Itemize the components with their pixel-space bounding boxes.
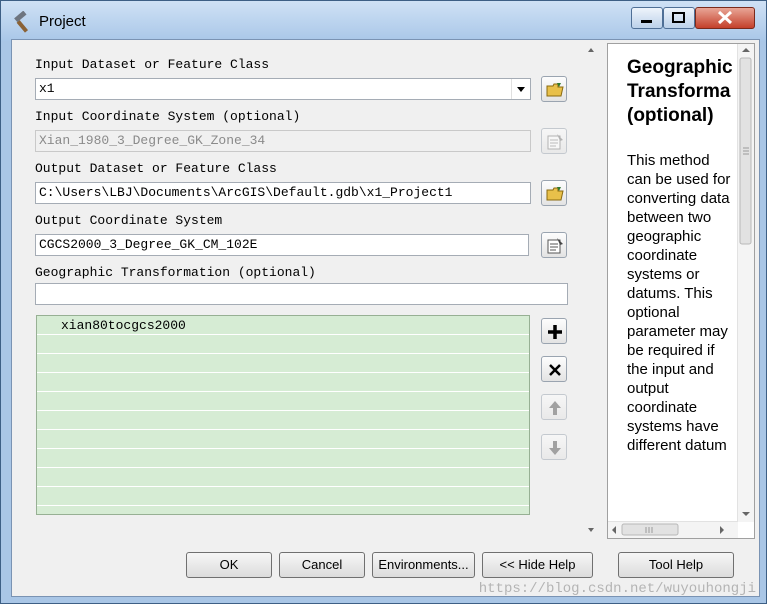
output-cs-label: Output Coordinate System [35, 213, 223, 228]
close-icon [717, 10, 733, 25]
add-transformation-button[interactable] [541, 318, 567, 344]
properties-icon [547, 134, 563, 150]
project-window: Project Input Dataset or Feature Class x… [0, 0, 767, 604]
list-item[interactable] [37, 335, 529, 354]
output-dataset-value: C:\Users\LBJ\Documents\ArcGIS\Default.gd… [39, 185, 453, 200]
output-cs-properties-button[interactable] [541, 232, 567, 258]
scroll-right-arrow-icon [720, 526, 724, 534]
list-item[interactable]: xian80tocgcs2000 [37, 316, 529, 335]
close-button[interactable] [695, 7, 755, 29]
output-dataset-label: Output Dataset or Feature Class [35, 161, 277, 176]
form-scrollbar[interactable] [586, 44, 596, 538]
properties-icon [547, 238, 563, 254]
minimize-icon [641, 20, 652, 23]
watermark: https://blog.csdn.net/wuyouhongji [478, 581, 756, 597]
list-item[interactable] [37, 411, 529, 430]
scroll-down-arrow-icon [742, 512, 750, 516]
scroll-thumb [621, 523, 679, 536]
list-item[interactable] [37, 487, 529, 506]
remove-transformation-button[interactable] [541, 356, 567, 382]
help-title: Geographic Transforma (optional) [627, 56, 742, 128]
help-vertical-scrollbar[interactable] [737, 44, 754, 522]
browse-input-button[interactable] [541, 76, 567, 102]
hammer-icon [14, 11, 29, 33]
input-dataset-label: Input Dataset or Feature Class [35, 57, 270, 72]
list-item[interactable] [37, 373, 529, 392]
output-dataset-field[interactable]: C:\Users\LBJ\Documents\ArcGIS\Default.gd… [35, 182, 531, 204]
maximize-icon [672, 12, 685, 23]
window-title: Project [39, 13, 86, 30]
input-cs-value: Xian_1980_3_Degree_GK_Zone_34 [39, 133, 266, 148]
arrow-up-icon [549, 401, 561, 415]
move-up-button[interactable] [541, 394, 567, 420]
list-item[interactable] [37, 354, 529, 373]
help-panel: Geographic Transforma (optional) This me… [607, 43, 755, 539]
cancel-button[interactable]: Cancel [279, 552, 365, 578]
help-title-line: (optional) [627, 105, 714, 126]
delete-icon [549, 364, 561, 376]
list-item[interactable] [37, 430, 529, 449]
input-dataset-dropdown[interactable]: x1 [35, 78, 531, 100]
list-item[interactable] [37, 392, 529, 411]
help-horizontal-scrollbar[interactable] [608, 521, 738, 538]
input-dataset-value: x1 [39, 81, 55, 96]
maximize-button[interactable] [663, 7, 695, 29]
transformation-list[interactable]: xian80tocgcs2000 [36, 315, 530, 515]
browse-output-button[interactable] [541, 180, 567, 206]
scroll-left-arrow-icon [612, 526, 616, 534]
tool-help-button[interactable]: Tool Help [618, 552, 734, 578]
help-hscroll-track [612, 523, 724, 536]
scroll-up-arrow-icon [742, 48, 750, 52]
ok-button[interactable]: OK [186, 552, 272, 578]
hide-help-button[interactable]: << Hide Help [482, 552, 593, 578]
environments-button[interactable]: Environments... [372, 552, 475, 578]
chevron-down-icon[interactable] [511, 79, 530, 99]
list-item[interactable] [37, 468, 529, 487]
arrow-down-icon [549, 441, 561, 455]
minimize-button[interactable] [631, 7, 663, 29]
geo-transform-label: Geographic Transformation (optional) [35, 265, 316, 280]
move-down-button[interactable] [541, 434, 567, 460]
help-title-line: Transforma [627, 81, 731, 102]
input-cs-properties-button [541, 128, 567, 154]
input-cs-field: Xian_1980_3_Degree_GK_Zone_34 [35, 130, 531, 152]
output-cs-value: CGCS2000_3_Degree_GK_CM_102E [39, 237, 258, 252]
help-title-line: Geographic [627, 57, 733, 78]
folder-icon [546, 187, 564, 201]
help-body: This method can be used for converting d… [627, 152, 731, 454]
help-scroll-track [739, 48, 752, 516]
input-cs-label: Input Coordinate System (optional) [35, 109, 301, 124]
scroll-down-arrow-icon [588, 528, 594, 532]
dialog-client: Input Dataset or Feature Class x1 Input … [11, 39, 760, 597]
scroll-up-arrow-icon [588, 48, 594, 52]
output-cs-field[interactable]: CGCS2000_3_Degree_GK_CM_102E [35, 234, 529, 256]
plus-icon [548, 325, 562, 339]
geo-transform-input[interactable] [35, 283, 568, 305]
title-bar: Project [1, 1, 766, 41]
folder-icon [546, 83, 564, 97]
list-item[interactable] [37, 449, 529, 468]
